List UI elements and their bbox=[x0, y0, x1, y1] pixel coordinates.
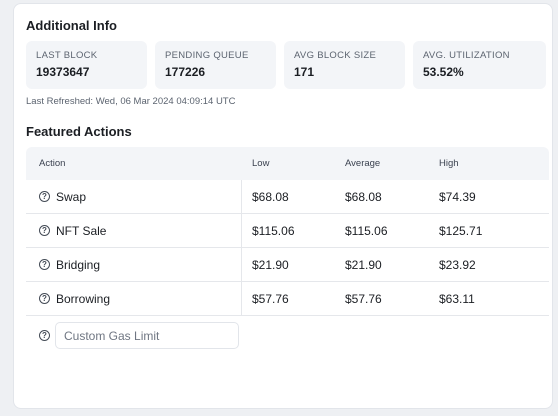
stat-last-block: LAST BLOCK 19373647 bbox=[26, 41, 147, 89]
column-header-action: Action bbox=[39, 158, 66, 169]
stat-label: LAST BLOCK bbox=[36, 50, 98, 61]
stats-row: LAST BLOCK 19373647 PENDING QUEUE 177226… bbox=[26, 41, 546, 89]
low-price: $115.06 bbox=[252, 224, 295, 238]
average-price: $57.76 bbox=[345, 292, 382, 306]
action-name: Borrowing bbox=[56, 292, 111, 306]
help-circle-icon[interactable]: ? bbox=[39, 259, 50, 270]
table-header: Action Low Average High bbox=[26, 147, 549, 180]
stat-avg-utilization: AVG. UTILIZATION 53.52% bbox=[413, 41, 546, 89]
action-cell: ? Borrowing bbox=[26, 282, 242, 316]
stat-value: 177226 bbox=[165, 65, 206, 79]
table-row: ? NFT Sale $115.06 $115.06 $125.71 bbox=[26, 214, 549, 248]
action-name: NFT Sale bbox=[56, 224, 107, 238]
low-price: $21.90 bbox=[252, 258, 289, 272]
help-circle-icon[interactable]: ? bbox=[39, 293, 50, 304]
featured-actions-title: Featured Actions bbox=[26, 124, 132, 139]
help-circle-icon[interactable]: ? bbox=[39, 225, 50, 236]
action-cell: ? Bridging bbox=[26, 248, 242, 282]
high-price: $63.11 bbox=[439, 292, 475, 306]
stat-value: 19373647 bbox=[36, 65, 90, 79]
table-row: ? Bridging $21.90 $21.90 $23.92 bbox=[26, 248, 549, 282]
last-refreshed-text: Last Refreshed: Wed, 06 Mar 2024 04:09:1… bbox=[26, 96, 236, 107]
column-header-average: Average bbox=[345, 158, 381, 169]
average-price: $115.06 bbox=[345, 224, 388, 238]
stat-value: 53.52% bbox=[423, 65, 464, 79]
featured-actions-table: Action Low Average High ? Swap $68.08 $6… bbox=[26, 147, 549, 356]
help-circle-icon[interactable]: ? bbox=[39, 191, 50, 202]
stat-value: 171 bbox=[294, 65, 315, 79]
stat-label: AVG. UTILIZATION bbox=[423, 50, 510, 61]
action-cell: ? NFT Sale bbox=[26, 214, 242, 248]
custom-gas-limit-input[interactable] bbox=[55, 322, 239, 349]
stat-avg-block-size: AVG BLOCK SIZE 171 bbox=[284, 41, 405, 89]
average-price: $68.08 bbox=[345, 190, 382, 204]
low-price: $57.76 bbox=[252, 292, 289, 306]
custom-gas-row: ? bbox=[26, 316, 549, 356]
high-price: $74.39 bbox=[439, 190, 476, 204]
action-name: Swap bbox=[56, 190, 87, 204]
table-row: ? Borrowing $57.76 $57.76 $63.11 bbox=[26, 282, 549, 316]
high-price: $23.92 bbox=[439, 258, 476, 272]
average-price: $21.90 bbox=[345, 258, 382, 272]
table-row: ? Swap $68.08 $68.08 $74.39 bbox=[26, 180, 549, 214]
help-circle-icon[interactable]: ? bbox=[39, 330, 50, 341]
low-price: $68.08 bbox=[252, 190, 289, 204]
action-cell: ? Swap bbox=[26, 180, 242, 214]
column-header-low: Low bbox=[252, 158, 270, 169]
additional-info-title: Additional Info bbox=[26, 18, 117, 33]
stat-label: AVG BLOCK SIZE bbox=[294, 50, 377, 61]
action-name: Bridging bbox=[56, 258, 101, 272]
gas-info-card: Additional Info LAST BLOCK 19373647 PEND… bbox=[13, 3, 553, 409]
stat-label: PENDING QUEUE bbox=[165, 50, 249, 61]
high-price: $125.71 bbox=[439, 224, 483, 238]
stat-pending-queue: PENDING QUEUE 177226 bbox=[155, 41, 276, 89]
column-header-high: High bbox=[439, 158, 459, 169]
